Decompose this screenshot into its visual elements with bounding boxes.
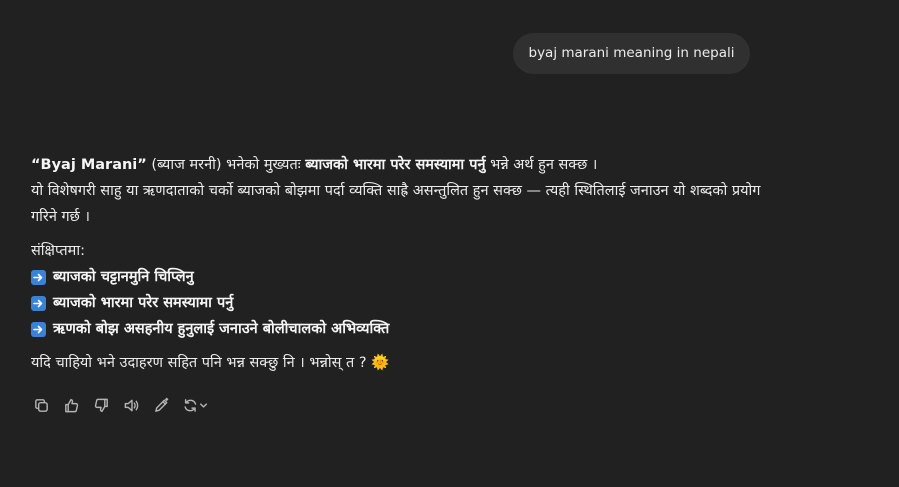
chevron-down-icon [200,402,208,408]
meaning-tail: भन्ने अर्थ हुन सक्छ । [485,157,598,173]
bullet-text: ब्याजको भारमा परेर समस्यामा पर्नु [53,295,234,311]
meaning-highlight: ब्याजको भारमा परेर समस्यामा पर्नु [305,157,486,173]
closing-line: यदि चाहियो भने उदाहरण सहित पनि भन्न सक्छ… [31,350,761,376]
answer-paragraph-2: यो विशेषगरी साहु या ऋणदाताको चर्को ब्याज… [31,183,761,225]
bullet-text: ऋणको बोझ असहनीय हुनुलाई जनाउने बोलीचालको… [53,321,390,337]
closing-text: यदि चाहियो भने उदाहरण सहित पनि भन्न सक्छ… [31,355,367,371]
copy-icon[interactable] [31,395,51,415]
list-item: ब्याजको चट्टानमुनि चिप्लिनु [31,264,761,290]
thumbs-down-icon[interactable] [91,395,111,415]
user-message-bubble: byaj marani meaning in nepali [513,33,750,74]
right-arrow-icon [31,269,46,285]
summary-label: संक्षिप्तमा: [31,243,85,259]
term-gloss: (ब्याज मरनी) भनेको मुख्यतः [146,157,306,173]
thumbs-up-icon[interactable] [61,395,81,415]
edit-icon[interactable] [151,395,171,415]
read-aloud-icon[interactable] [121,395,141,415]
bullet-text: ब्याजको चट्टानमुनि चिप्लिनु [53,269,194,285]
term-highlight: “Byaj Marani” [31,157,147,173]
message-actions [31,395,211,415]
sun-emoji-icon: 🌞 [371,355,390,371]
right-arrow-icon [31,295,46,311]
answer-paragraph-1: “Byaj Marani” (ब्याज मरनी) भनेको मुख्यतः… [31,152,761,178]
assistant-response: “Byaj Marani” (ब्याज मरनी) भनेको मुख्यतः… [31,152,761,376]
regenerate-icon[interactable] [181,395,211,415]
list-item: ब्याजको भारमा परेर समस्यामा पर्नु [31,290,761,316]
right-arrow-icon [31,321,46,337]
list-item: ऋणको बोझ असहनीय हुनुलाई जनाउने बोलीचालको… [31,316,761,342]
